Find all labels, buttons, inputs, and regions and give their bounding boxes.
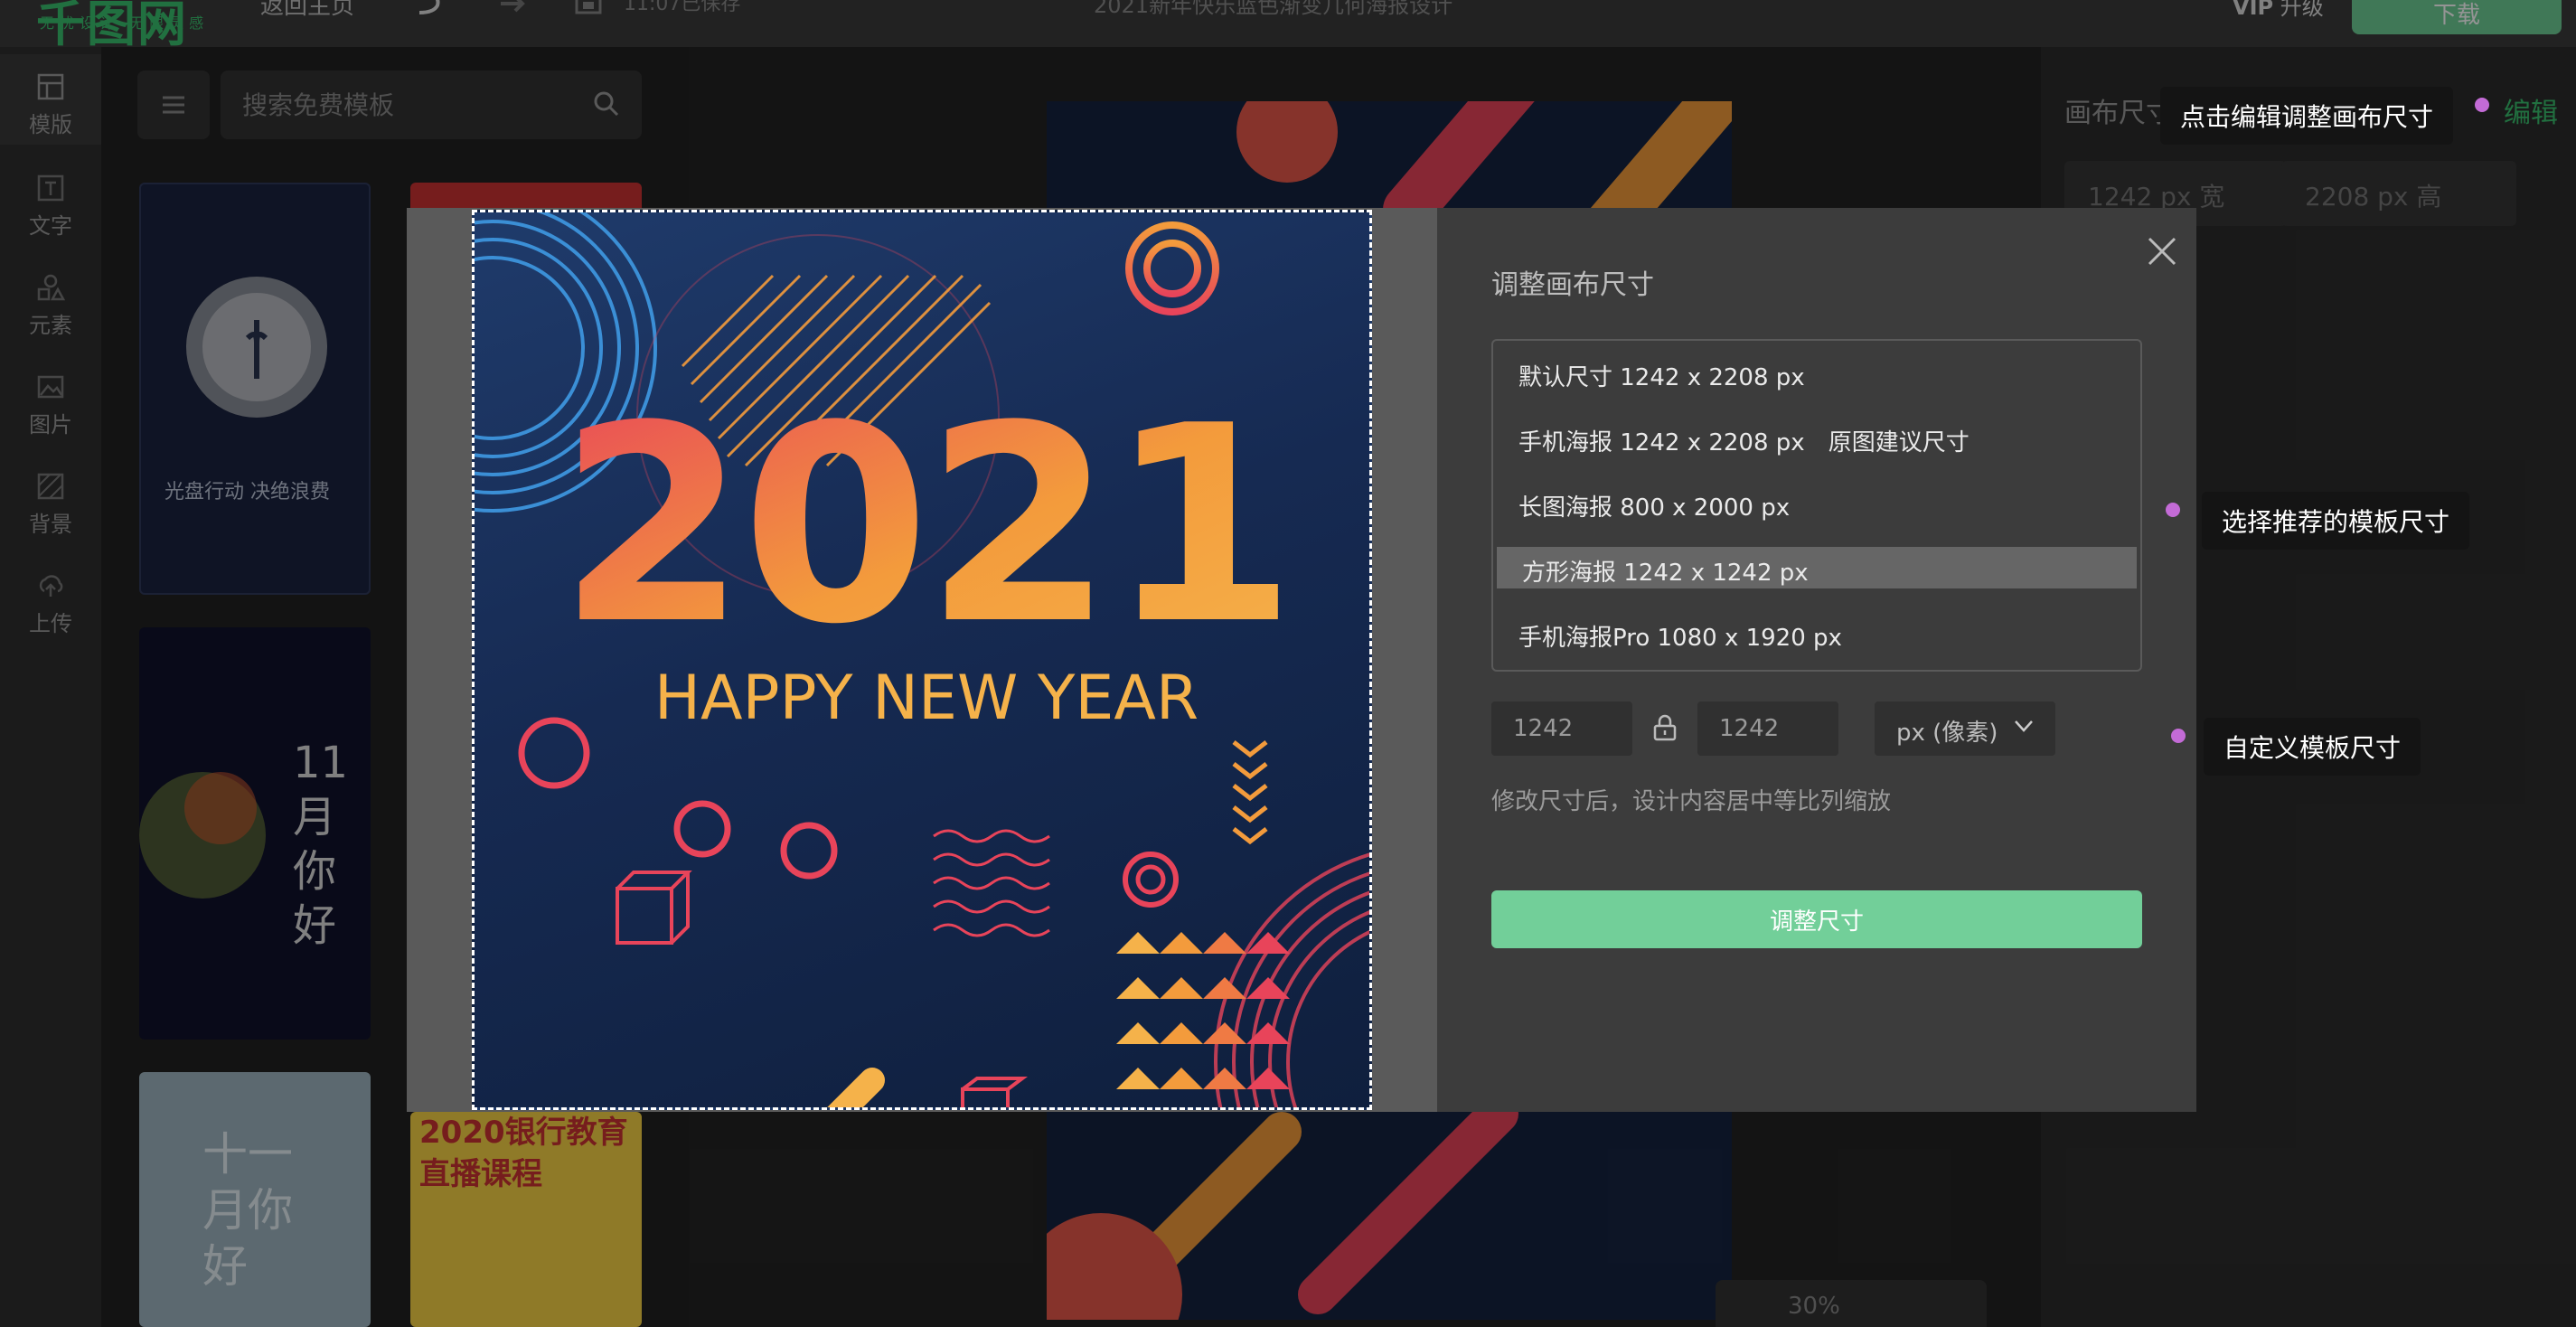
unit-select-value: px (像素) [1896, 720, 1998, 747]
size-option-selected[interactable]: 方形海报 1242 x 1242 px [1497, 547, 2137, 588]
size-option-note: 原图建议尺寸 [1828, 429, 1970, 456]
size-option[interactable]: 长图海报 800 x 2000 px [1493, 482, 2140, 523]
close-icon[interactable] [2144, 233, 2180, 269]
chevron-down-icon [2015, 720, 2033, 732]
callout-dot [2166, 503, 2180, 517]
editor-root: 千图网 无忧设计 无限灵感 返回主页 11:07已保存 2021新年快乐蓝色渐变… [0, 0, 2576, 1327]
callout-dot [2171, 729, 2186, 743]
size-option-label: 手机海报Pro 1080 x 1920 px [1518, 625, 1842, 652]
modal-preview-area: HAPPY NEW YEAR 2021 [407, 208, 1437, 1112]
height-input[interactable] [1697, 701, 1838, 756]
callout-custom-tip: 自定义模板尺寸 [2204, 718, 2421, 776]
poster-art: HAPPY NEW YEAR 2021 [475, 212, 1369, 1107]
size-option-label: 默认尺寸 1242 x 2208 px [1518, 364, 1805, 391]
size-option-label: 方形海报 1242 x 1242 px [1522, 560, 1809, 587]
size-option[interactable]: 手机海报Pro 1080 x 1920 px [1493, 612, 2140, 654]
apply-resize-button[interactable]: 调整尺寸 [1491, 890, 2142, 948]
callout-edit-tip: 点击编辑调整画布尺寸 [2160, 87, 2454, 145]
size-option[interactable]: 默认尺寸 1242 x 2208 px [1493, 352, 2140, 393]
resize-hint: 修改尺寸后，设计内容居中等比列缩放 [1491, 788, 1892, 815]
callout-dot [2475, 98, 2489, 112]
poster-preview: HAPPY NEW YEAR 2021 [472, 210, 1372, 1110]
poster-year: 2021 [559, 368, 1292, 683]
modal-title: 调整画布尺寸 [1491, 269, 1654, 301]
size-preset-list: 默认尺寸 1242 x 2208 px 手机海报 1242 x 2208 px 原… [1491, 339, 2142, 672]
size-option-label: 手机海报 1242 x 2208 px [1518, 429, 1805, 456]
width-input[interactable] [1491, 701, 1632, 756]
size-option[interactable]: 手机海报 1242 x 2208 px 原图建议尺寸 [1493, 417, 2140, 458]
lock-icon[interactable] [1652, 714, 1678, 741]
size-option-label: 长图海报 800 x 2000 px [1518, 494, 1791, 522]
callout-choose-tip: 选择推荐的模板尺寸 [2202, 492, 2470, 550]
